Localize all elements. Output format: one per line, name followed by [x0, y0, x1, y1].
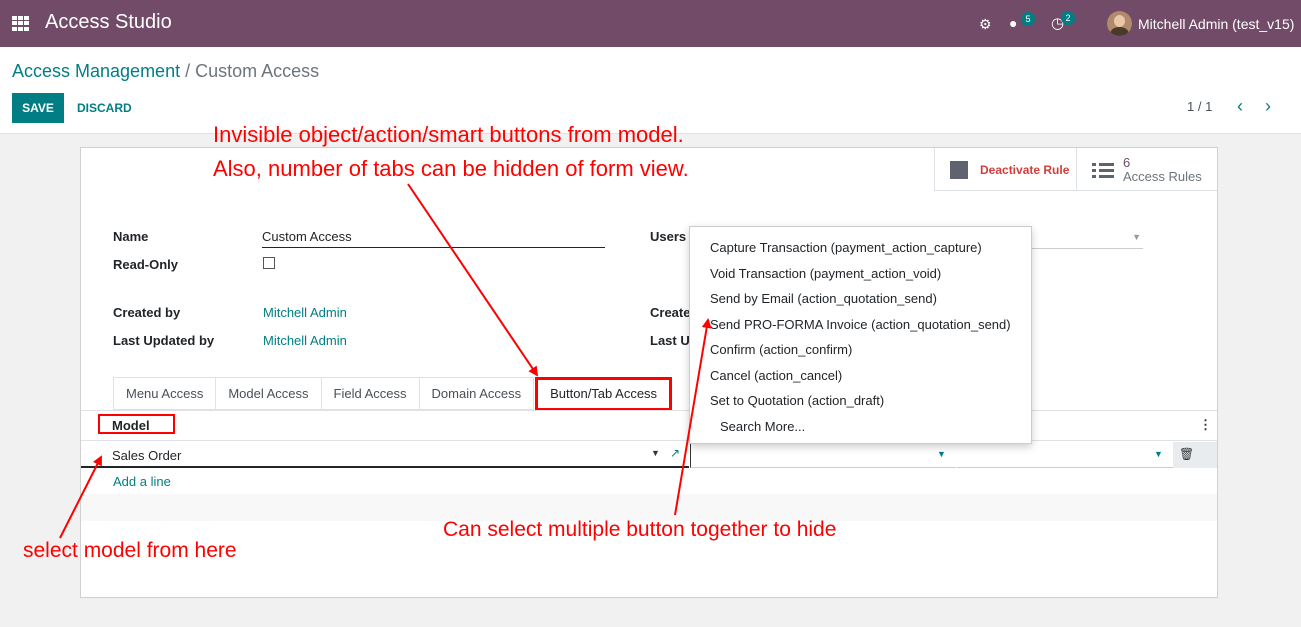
name-label: Name [113, 229, 149, 244]
dropdown-item[interactable]: Void Transaction (payment_action_void) [710, 266, 941, 281]
access-rules-label: Access Rules [1123, 168, 1202, 184]
annotation-bottom-right: Can select multiple button together to h… [443, 518, 837, 541]
last-updated-by-label: Last Updated by [113, 333, 215, 348]
optional-columns-icon[interactable]: ⋮ [1199, 417, 1212, 433]
deactivate-rule-button[interactable]: Deactivate Rule [934, 148, 1076, 191]
breadcrumb-current: Custom Access [195, 61, 320, 81]
stop-square-icon [950, 160, 968, 179]
external-link-icon[interactable]: ↗ [670, 446, 680, 460]
top-navbar: Access Studio ⚙ ● 5 ◷ 2 Mitchell Admin (… [0, 0, 1301, 47]
dropdown-item[interactable]: Cancel (action_cancel) [710, 368, 842, 383]
breadcrumb: Access Management / Custom Access [12, 61, 319, 82]
access-rules-button[interactable]: 6 Access Rules [1076, 148, 1217, 191]
caret-down-icon: ▼ [1132, 232, 1141, 242]
tab-model-access[interactable]: Model Access [215, 377, 321, 410]
created-by-label: Created by [113, 305, 181, 320]
annotation-top-line1: Invisible object/action/smart buttons fr… [213, 122, 684, 147]
messages-icon[interactable]: ● [1009, 15, 1017, 31]
debug-bug-icon[interactable]: ⚙ [979, 16, 992, 33]
trash-icon[interactable]: 🗑 [1179, 447, 1194, 461]
user-menu-name[interactable]: Mitchell Admin (test_v15) [1138, 16, 1294, 32]
users-label: Users [650, 229, 687, 244]
caret-down-icon[interactable]: ▼ [651, 448, 660, 458]
breadcrumb-parent-link[interactable]: Access Management [12, 61, 180, 81]
column-header-model[interactable]: Model [112, 418, 150, 433]
deactivate-rule-label: Deactivate Rule [980, 162, 1070, 177]
access-rules-count: 6 [1123, 154, 1131, 170]
tab-button-tab-access[interactable]: Button/Tab Access [535, 377, 673, 411]
activities-count-badge: 2 [1061, 11, 1075, 25]
tab-domain-access[interactable]: Domain Access [418, 377, 535, 410]
created-by-value[interactable]: Mitchell Admin [263, 305, 347, 320]
chevron-left-icon[interactable]: ‹ [1237, 96, 1243, 117]
messages-count-badge: 5 [1021, 12, 1035, 26]
app-title[interactable]: Access Studio [45, 11, 172, 34]
smart-button-box: Deactivate Rule 6 Access Rules [934, 148, 1217, 191]
dropdown-item[interactable]: Send PRO-FORMA Invoice (action_quotation… [710, 317, 1011, 332]
chevron-right-icon[interactable]: › [1265, 96, 1271, 117]
buttons-select-field[interactable] [690, 442, 956, 468]
annotation-bottom-left: select model from here [23, 539, 237, 562]
delete-row-cell: 🗑 [1173, 442, 1217, 468]
apps-menu-icon[interactable] [12, 16, 29, 31]
breadcrumb-separator: / [180, 61, 196, 81]
dropdown-item[interactable]: Confirm (action_confirm) [710, 342, 852, 357]
pager-value[interactable]: 1 / 1 [1187, 99, 1212, 114]
control-panel: Access Management / Custom Access SAVE D… [0, 47, 1301, 134]
save-button[interactable]: SAVE [12, 93, 64, 123]
model-select-field[interactable]: Sales Order ▼ ↗ [81, 442, 689, 468]
add-line-link[interactable]: Add a line [113, 474, 171, 489]
name-field[interactable]: Custom Access [262, 228, 605, 248]
tab-field-access[interactable]: Field Access [320, 377, 419, 410]
readonly-checkbox[interactable] [263, 257, 275, 269]
table-row: Sales Order ▼ ↗ ▼ ▼ 🗑 [81, 442, 1217, 468]
annotation-top-line2: Also, number of tabs can be hidden of fo… [213, 156, 689, 181]
tab-menu-access[interactable]: Menu Access [113, 377, 216, 410]
dropdown-item[interactable]: Set to Quotation (action_draft) [710, 393, 884, 408]
readonly-label: Read-Only [113, 257, 179, 272]
caret-down-icon[interactable]: ▼ [937, 449, 946, 459]
user-avatar[interactable] [1107, 11, 1132, 36]
search-more-link[interactable]: Search More... [720, 419, 805, 434]
table-header: Model ⋮ [81, 411, 1217, 441]
model-select-value: Sales Order [112, 448, 182, 463]
dropdown-item[interactable]: Capture Transaction (payment_action_capt… [710, 240, 982, 255]
caret-down-icon[interactable]: ▼ [1154, 449, 1163, 459]
list-icon [1092, 162, 1114, 178]
buttons-autocomplete-dropdown: Capture Transaction (payment_action_capt… [689, 226, 1032, 444]
dropdown-item[interactable]: Send by Email (action_quotation_send) [710, 291, 937, 306]
tabs-select-field[interactable] [957, 442, 1173, 468]
last-updated-by-value[interactable]: Mitchell Admin [263, 333, 347, 348]
notebook-tabs: Menu Access Model Access Field Access Do… [113, 377, 673, 411]
discard-button[interactable]: DISCARD [77, 93, 132, 123]
empty-table-row [81, 494, 1217, 521]
